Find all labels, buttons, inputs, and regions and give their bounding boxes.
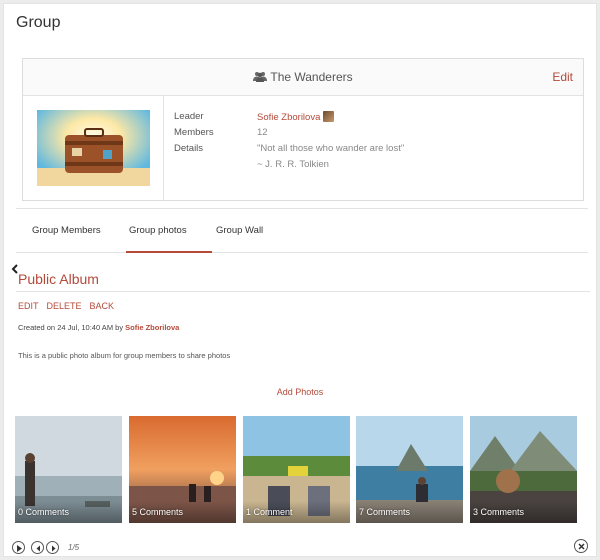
group-card: The Wanderers Edit Leader Sofie Zborilov… — [22, 58, 584, 201]
play-icon[interactable] — [12, 541, 25, 554]
delete-album-link[interactable]: DELETE — [47, 301, 82, 311]
divider — [16, 291, 590, 292]
album-description: This is a public photo album for group m… — [18, 351, 231, 360]
edit-album-link[interactable]: EDIT — [18, 301, 39, 311]
created-by-link[interactable]: Sofie Zborilova — [125, 323, 179, 332]
active-tab-indicator — [126, 251, 212, 253]
group-cover-image — [37, 110, 150, 186]
group-icon — [253, 71, 268, 85]
group-image-cell — [23, 96, 164, 200]
album-actions: EDIT DELETE BACK — [18, 301, 122, 311]
close-icon[interactable] — [574, 539, 588, 553]
details-author: ~ J. R. R. Tolkien — [257, 159, 329, 170]
leader-value[interactable]: Sofie Zborilova — [257, 111, 335, 123]
tab-group-photos[interactable]: Group photos — [129, 225, 187, 236]
photo-thumbnail[interactable]: 0 Comments — [15, 416, 122, 523]
group-name-text: The Wanderers — [270, 70, 353, 84]
group-tabs: Group Members Group photos Group Wall — [16, 208, 588, 253]
page-count: 1/5 — [68, 543, 80, 552]
group-card-body: Leader Sofie Zborilova Members 12 Detail… — [23, 96, 583, 200]
details-label: Details — [174, 143, 204, 154]
members-label: Members — [174, 127, 214, 138]
tab-group-members[interactable]: Group Members — [32, 225, 101, 236]
next-icon[interactable] — [46, 541, 59, 554]
photo-thumbnail[interactable]: 7 Comments — [356, 416, 463, 523]
album-title: Public Album — [18, 271, 99, 287]
photo-comment-count: 7 Comments — [359, 507, 411, 517]
page-frame: Group The Wanderers Edit Leader Sofie Zb… — [3, 3, 597, 557]
group-name: The Wanderers — [23, 70, 583, 85]
details-quote: "Not all those who wander are lost" — [257, 143, 405, 154]
photo-comment-count: 1 Comment — [246, 507, 293, 517]
page-title: Group — [16, 14, 61, 31]
members-value: 12 — [257, 127, 268, 138]
created-prefix: Created on 24 Jul, 10:40 AM by — [18, 323, 124, 332]
album-created-info: Created on 24 Jul, 10:40 AM by Sofie Zbo… — [18, 323, 179, 332]
photo-comment-count: 5 Comments — [132, 507, 184, 517]
previous-icon[interactable] — [31, 541, 44, 554]
photo-comment-count: 3 Comments — [473, 507, 525, 517]
group-card-header: The Wanderers Edit — [23, 59, 583, 96]
back-link[interactable]: BACK — [90, 301, 115, 311]
photo-thumbnail[interactable]: 3 Comments — [470, 416, 577, 523]
photo-thumbnail[interactable]: 5 Comments — [129, 416, 236, 523]
edit-group-link[interactable]: Edit — [552, 70, 573, 84]
tab-group-wall[interactable]: Group Wall — [216, 225, 263, 236]
photo-comment-count: 0 Comments — [18, 507, 70, 517]
leader-label: Leader — [174, 111, 204, 122]
avatar — [323, 111, 335, 122]
add-photos-link[interactable]: Add Photos — [4, 387, 596, 397]
photo-thumbnail[interactable]: 1 Comment — [243, 416, 350, 523]
leader-name[interactable]: Sofie Zborilova — [257, 112, 320, 123]
